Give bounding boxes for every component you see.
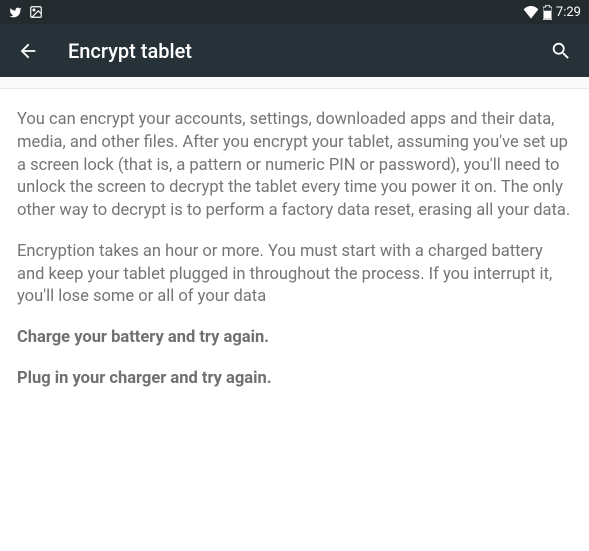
search-button[interactable] [549, 39, 573, 63]
info-paragraph-2: Encryption takes an hour or more. You mu… [17, 241, 572, 309]
back-button[interactable] [16, 39, 40, 63]
warning-charger: Plug in your charger and try again. [17, 368, 572, 391]
status-right: 7:29 [523, 5, 581, 20]
subheader-divider [0, 77, 589, 89]
search-icon [550, 40, 572, 62]
content-area: You can encrypt your accounts, settings,… [0, 89, 589, 429]
info-paragraph-1: You can encrypt your accounts, settings,… [17, 109, 572, 223]
status-bar: 7:29 [0, 0, 589, 24]
arrow-back-icon [17, 40, 39, 62]
image-icon [29, 5, 43, 19]
status-left [8, 5, 43, 19]
wifi-icon [523, 5, 539, 19]
warning-battery: Charge your battery and try again. [17, 327, 572, 350]
battery-icon [543, 5, 552, 20]
clock-time: 7:29 [556, 5, 581, 20]
twitter-icon [8, 6, 23, 19]
app-bar: Encrypt tablet [0, 24, 589, 77]
page-title: Encrypt tablet [68, 39, 549, 63]
